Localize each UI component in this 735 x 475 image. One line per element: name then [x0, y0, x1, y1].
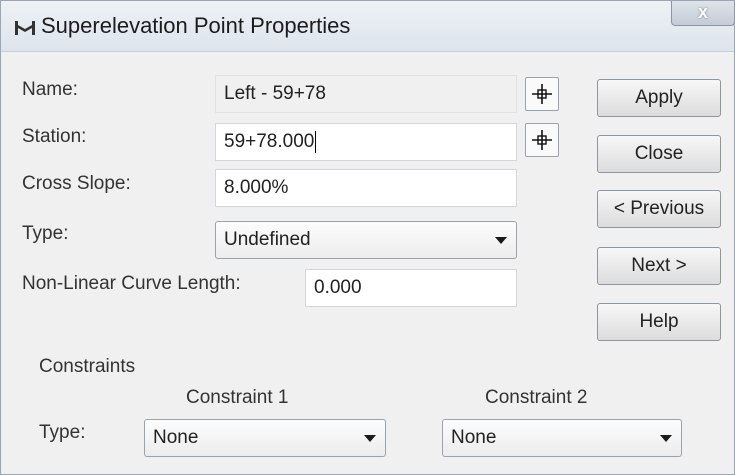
cross-slope-input[interactable]: 8.000% [215, 169, 517, 207]
close-button[interactable]: Close [597, 135, 721, 173]
station-pick-button[interactable] [525, 123, 559, 157]
name-pick-button[interactable] [525, 77, 559, 111]
type-select-value: Undefined [224, 229, 311, 250]
constraints-group-label: Constraints [39, 356, 136, 377]
constraint-1-label: Constraint 1 [186, 387, 289, 408]
chevron-down-icon [364, 435, 376, 442]
constraint-2-label: Constraint 2 [485, 387, 588, 408]
constraint-1-type-value: None [153, 427, 199, 448]
constraint-type-label: Type: [39, 422, 86, 443]
station-value: 59+78.000 [224, 131, 315, 152]
name-label: Name: [22, 79, 78, 100]
chevron-down-icon [495, 237, 507, 244]
constraint-1-type-select[interactable]: None [144, 419, 386, 457]
nonlinear-curve-length-label: Non-Linear Curve Length: [22, 273, 241, 294]
window-title: Superelevation Point Properties [41, 13, 351, 38]
text-cursor [315, 130, 317, 153]
type-label: Type: [22, 223, 69, 244]
window-close-button[interactable]: x [671, 1, 735, 26]
next-button[interactable]: Next > [597, 247, 721, 285]
station-label: Station: [22, 126, 87, 147]
apply-button[interactable]: Apply [597, 79, 721, 117]
nonlinear-curve-length-input[interactable]: 0.000 [305, 269, 517, 307]
help-button[interactable]: Help [597, 303, 721, 341]
constraint-2-type-select[interactable]: None [442, 419, 682, 457]
superelevation-point-properties-dialog: Superelevation Point Properties x Name: … [0, 0, 735, 475]
chevron-down-icon [660, 435, 672, 442]
name-field[interactable]: Left - 59+78 [215, 75, 517, 113]
title-bar[interactable]: Superelevation Point Properties x [1, 1, 735, 52]
cross-slope-label: Cross Slope: [22, 173, 131, 194]
constraint-2-type-value: None [451, 427, 497, 448]
type-select[interactable]: Undefined [215, 221, 517, 259]
road-profile-icon [15, 21, 35, 40]
previous-button[interactable]: < Previous [597, 190, 721, 228]
station-input[interactable]: 59+78.000 [215, 123, 517, 161]
